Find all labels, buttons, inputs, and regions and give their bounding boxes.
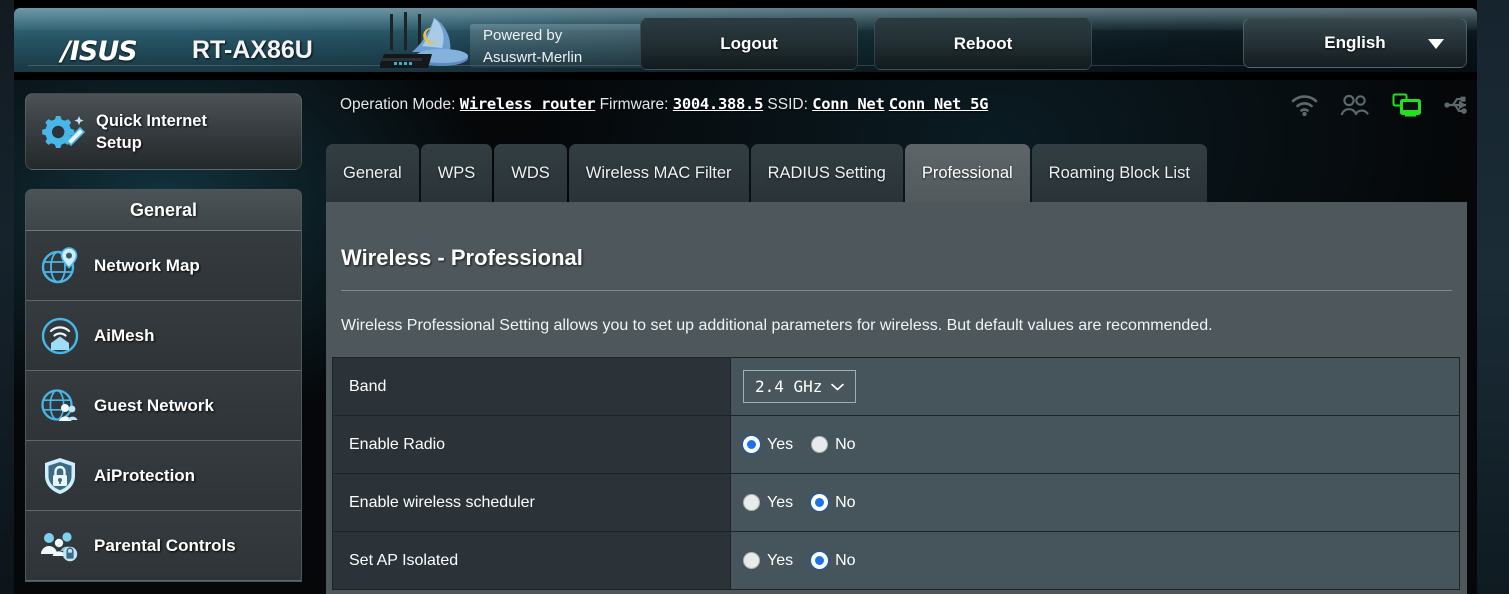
router-model-name: RT-AX86U <box>192 36 313 64</box>
page-background-right <box>1477 0 1509 594</box>
wireless-scheduler-no-option[interactable]: No <box>811 493 856 512</box>
tab-professional[interactable]: Professional <box>904 144 1030 202</box>
row-label: Enable Radio <box>332 415 731 474</box>
sidebar-menu: General Network Map AiMesh Guest Network… <box>25 189 302 582</box>
firmware-label: Firmware: <box>599 96 669 113</box>
table-row: Set AP Isolated Yes No <box>332 531 1460 590</box>
radio-label: No <box>835 493 856 511</box>
radio-indicator <box>743 436 760 453</box>
parental-controls-icon <box>26 526 94 566</box>
powered-by-line2: Asuswrt-Merlin <box>483 49 583 66</box>
table-row: Enable Radio Yes No <box>332 415 1460 474</box>
guest-network-icon <box>26 386 94 426</box>
radio-label: Yes <box>767 551 794 569</box>
tab-general[interactable]: General <box>326 144 419 202</box>
tab-bar: General WPS WDS Wireless MAC Filter RADI… <box>326 144 1209 202</box>
tab-wps[interactable]: WPS <box>420 144 493 202</box>
ssid-value-2g[interactable]: Conn Net <box>812 95 885 113</box>
tab-wds[interactable]: WDS <box>494 144 567 202</box>
wireless-professional-settings-table: Band 2.4 GHz Enable Radio Yes No Enable … <box>332 357 1460 590</box>
row-value: Yes No <box>730 473 1460 532</box>
language-selector-label: English <box>1324 33 1386 52</box>
quick-internet-setup-label: Quick Internet Setup <box>96 111 207 152</box>
tab-wireless-mac-filter[interactable]: Wireless MAC Filter <box>568 144 749 202</box>
sidebar-item-aimesh[interactable]: AiMesh <box>26 301 301 371</box>
ssid-label: SSID: <box>767 96 808 113</box>
chevron-down-icon <box>1428 39 1444 49</box>
status-icon-group <box>1291 93 1472 117</box>
tab-radius-setting[interactable]: RADIUS Setting <box>750 144 903 202</box>
language-selector[interactable]: English <box>1243 18 1467 68</box>
radio-indicator <box>811 552 829 569</box>
enable-radio-radio-group: Yes No <box>743 436 1459 454</box>
sidebar-item-label: Network Map <box>94 255 200 275</box>
radio-indicator <box>811 436 829 453</box>
enable-radio-no-option[interactable]: No <box>811 435 856 454</box>
sidebar-item-aiprotection[interactable]: AiProtection <box>26 441 301 511</box>
row-label: Enable wireless scheduler <box>332 473 731 532</box>
sidebar-item-guest-network[interactable]: Guest Network <box>26 371 301 441</box>
router-admin-page: /ISUS RT-AX86U Powered by Asuswrt-Merlin… <box>0 0 1509 594</box>
chevron-down-icon <box>831 383 845 391</box>
router-wizard-hat-icon <box>380 12 468 68</box>
lan-monitor-icon[interactable] <box>1392 93 1422 117</box>
sidebar-item-network-map[interactable]: Network Map <box>26 231 301 301</box>
radio-label: No <box>835 551 856 569</box>
radio-indicator <box>743 494 760 511</box>
row-label: Set AP Isolated <box>332 531 731 590</box>
powered-by-line1: Powered by <box>483 27 563 44</box>
radio-indicator <box>811 494 829 511</box>
operation-mode-label: Operation Mode: <box>340 96 456 113</box>
wireless-scheduler-yes-option[interactable]: Yes <box>743 494 793 512</box>
powered-by-badge: Powered by Asuswrt-Merlin <box>470 24 655 68</box>
sidebar-item-parental-controls[interactable]: Parental Controls <box>26 511 301 581</box>
enable-radio-yes-option[interactable]: Yes <box>743 436 793 454</box>
aiprotection-icon <box>26 456 94 496</box>
quick-setup-gear-wand-icon <box>42 115 86 148</box>
radio-label: No <box>835 435 856 453</box>
table-row: Enable wireless scheduler Yes No <box>332 473 1460 532</box>
sidebar-item-label: Guest Network <box>94 395 214 415</box>
row-value: Yes No <box>730 531 1460 590</box>
title-divider <box>341 290 1452 291</box>
network-map-icon <box>26 246 94 286</box>
sidebar-item-label: AiMesh <box>94 325 155 345</box>
band-select-value: 2.4 GHz <box>755 377 823 396</box>
row-value: 2.4 GHz <box>730 357 1460 416</box>
quick-internet-setup-button[interactable]: Quick Internet Setup <box>25 93 302 170</box>
logout-button[interactable]: Logout <box>640 18 858 70</box>
band-select[interactable]: 2.4 GHz <box>743 370 857 403</box>
page-background-left <box>0 0 14 594</box>
page-title: Wireless - Professional <box>341 245 583 270</box>
tab-roaming-block-list[interactable]: Roaming Block List <box>1031 144 1207 202</box>
row-label: Band <box>332 357 731 416</box>
wireless-scheduler-radio-group: Yes No <box>743 494 1459 512</box>
firmware-value[interactable]: 3004.388.5 <box>673 95 764 113</box>
aimesh-icon <box>26 316 94 356</box>
clients-icon[interactable] <box>1340 94 1370 116</box>
reboot-button[interactable]: Reboot <box>874 18 1092 70</box>
sidebar-item-label: Parental Controls <box>94 535 236 555</box>
page-description: Wireless Professional Setting allows you… <box>341 317 1213 334</box>
operation-mode-value[interactable]: Wireless router <box>460 95 596 113</box>
ssid-value-5g[interactable]: Conn Net 5G <box>889 95 989 113</box>
wifi-icon[interactable] <box>1291 94 1318 116</box>
radio-indicator <box>743 552 760 569</box>
sidebar-section-title: General <box>26 190 301 231</box>
radio-label: Yes <box>767 493 794 511</box>
main-panel: Wireless - Professional Wireless Profess… <box>326 202 1467 594</box>
ap-isolated-no-option[interactable]: No <box>811 551 856 570</box>
sidebar-item-label: AiProtection <box>94 465 196 485</box>
usb-icon[interactable] <box>1444 95 1472 115</box>
ap-isolated-yes-option[interactable]: Yes <box>743 552 793 570</box>
radio-label: Yes <box>767 435 794 453</box>
status-line: Operation Mode: Wireless router Firmware… <box>340 95 988 114</box>
ap-isolated-radio-group: Yes No <box>743 552 1459 570</box>
row-value: Yes No <box>730 415 1460 474</box>
table-row: Band 2.4 GHz <box>332 357 1460 416</box>
asus-logo[interactable]: /ISUS <box>61 36 138 67</box>
